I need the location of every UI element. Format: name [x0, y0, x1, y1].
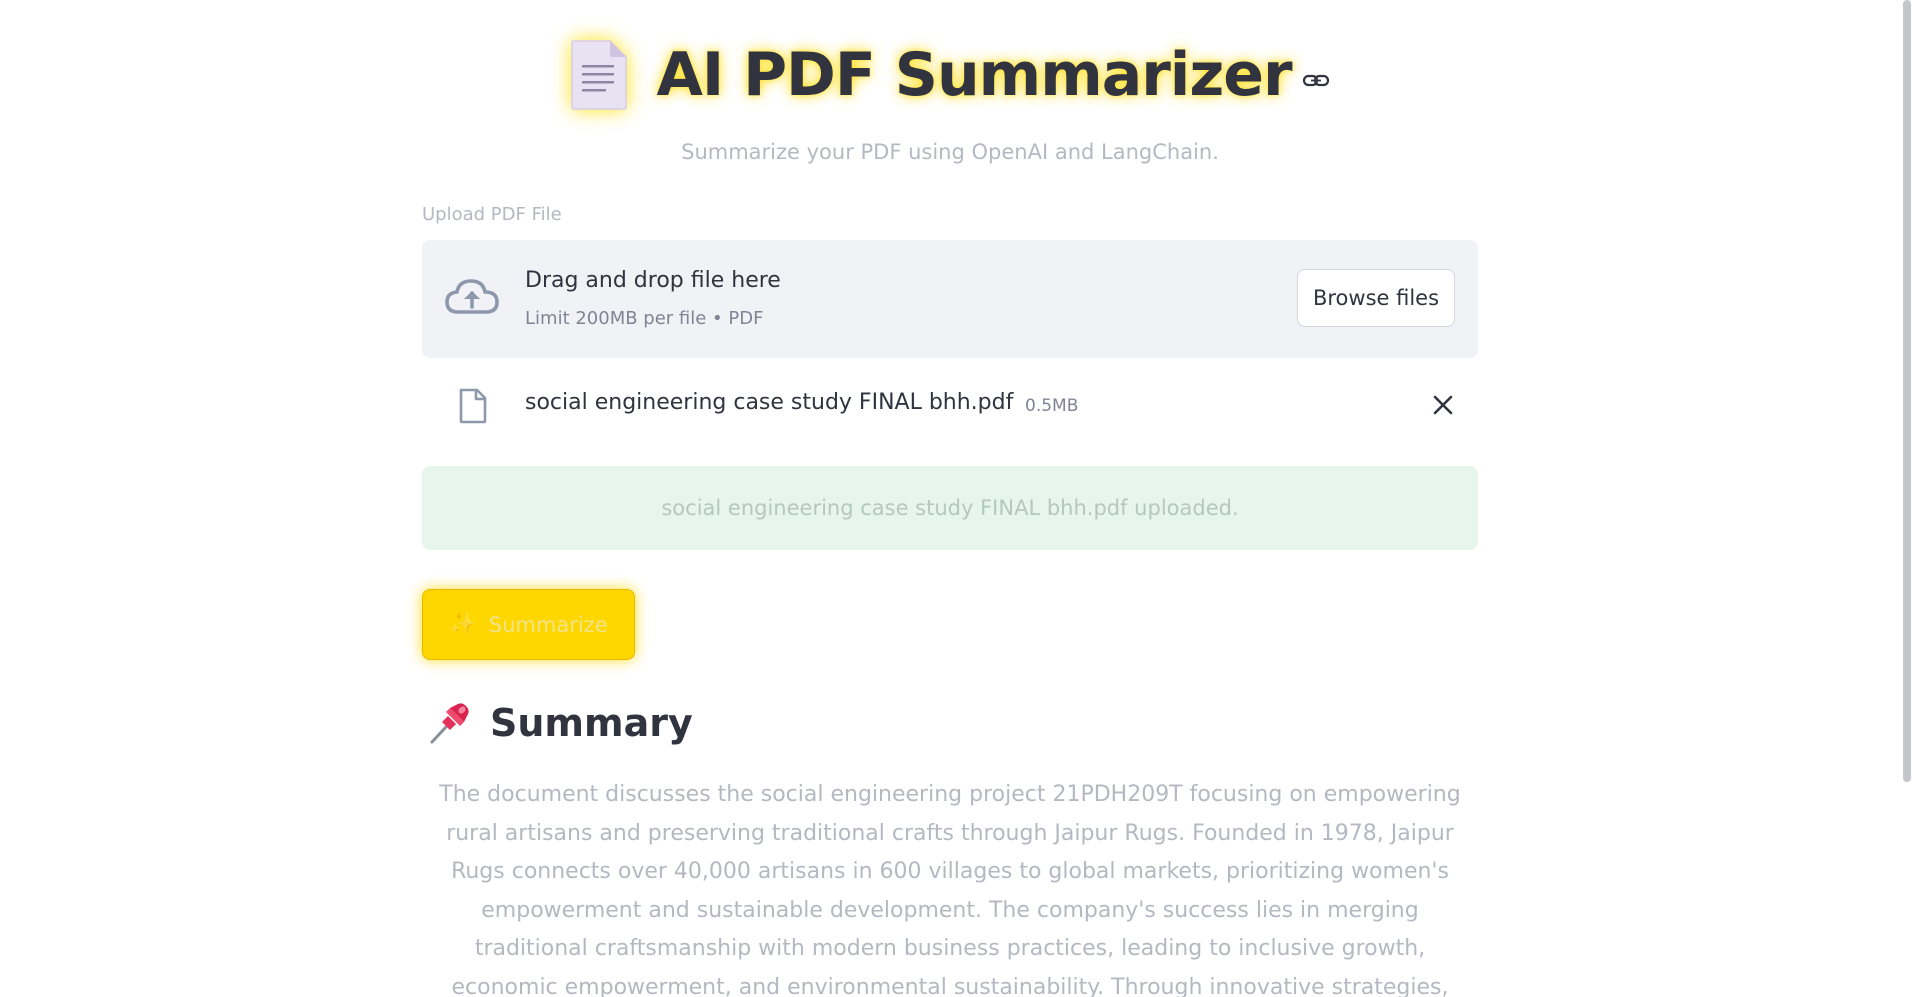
title-row: AI PDF Summarizer [422, 30, 1478, 120]
page-subtitle: Summarize your PDF using OpenAI and Lang… [681, 140, 1219, 164]
summary-heading: Summary [426, 700, 693, 746]
page-facing-up-icon [571, 40, 628, 110]
sparkles-icon: ✨ [449, 612, 477, 637]
upload-success-alert: social engineering case study FINAL bhh.… [422, 466, 1478, 550]
pushpin-icon [430, 703, 469, 744]
summary-text: The document discusses the social engine… [439, 782, 1461, 997]
close-icon[interactable] [1430, 392, 1456, 418]
dropzone-title: Drag and drop file here [525, 268, 781, 293]
link-icon[interactable] [1302, 72, 1330, 90]
uploaded-file-size: 0.5MB [1025, 396, 1079, 416]
summary-title: Summary [490, 701, 693, 745]
upload-label: Upload PDF File [422, 204, 562, 225]
dropzone-limit-text: Limit 200MB per file • PDF [525, 308, 764, 329]
file-dropzone[interactable]: Drag and drop file here Limit 200MB per … [422, 240, 1478, 358]
uploaded-file-name: social engineering case study FINAL bhh.… [525, 390, 1014, 415]
summarize-button[interactable]: ✨ Summarize [422, 589, 635, 660]
page-title: AI PDF Summarizer [656, 40, 1292, 110]
summarize-button-label: Summarize [488, 612, 608, 637]
file-icon [459, 388, 487, 424]
upload-success-text: social engineering case study FINAL bhh.… [661, 496, 1239, 520]
app-root: AI PDF Summarizer Summarize your PDF usi… [0, 0, 1913, 997]
cloud-upload-icon [445, 279, 499, 314]
page-scrollbar[interactable] [1899, 0, 1913, 997]
browse-files-button[interactable]: Browse files [1297, 269, 1455, 327]
uploaded-file-row: social engineering case study FINAL bhh.… [422, 380, 1478, 430]
scrollbar-thumb[interactable] [1903, 0, 1911, 782]
